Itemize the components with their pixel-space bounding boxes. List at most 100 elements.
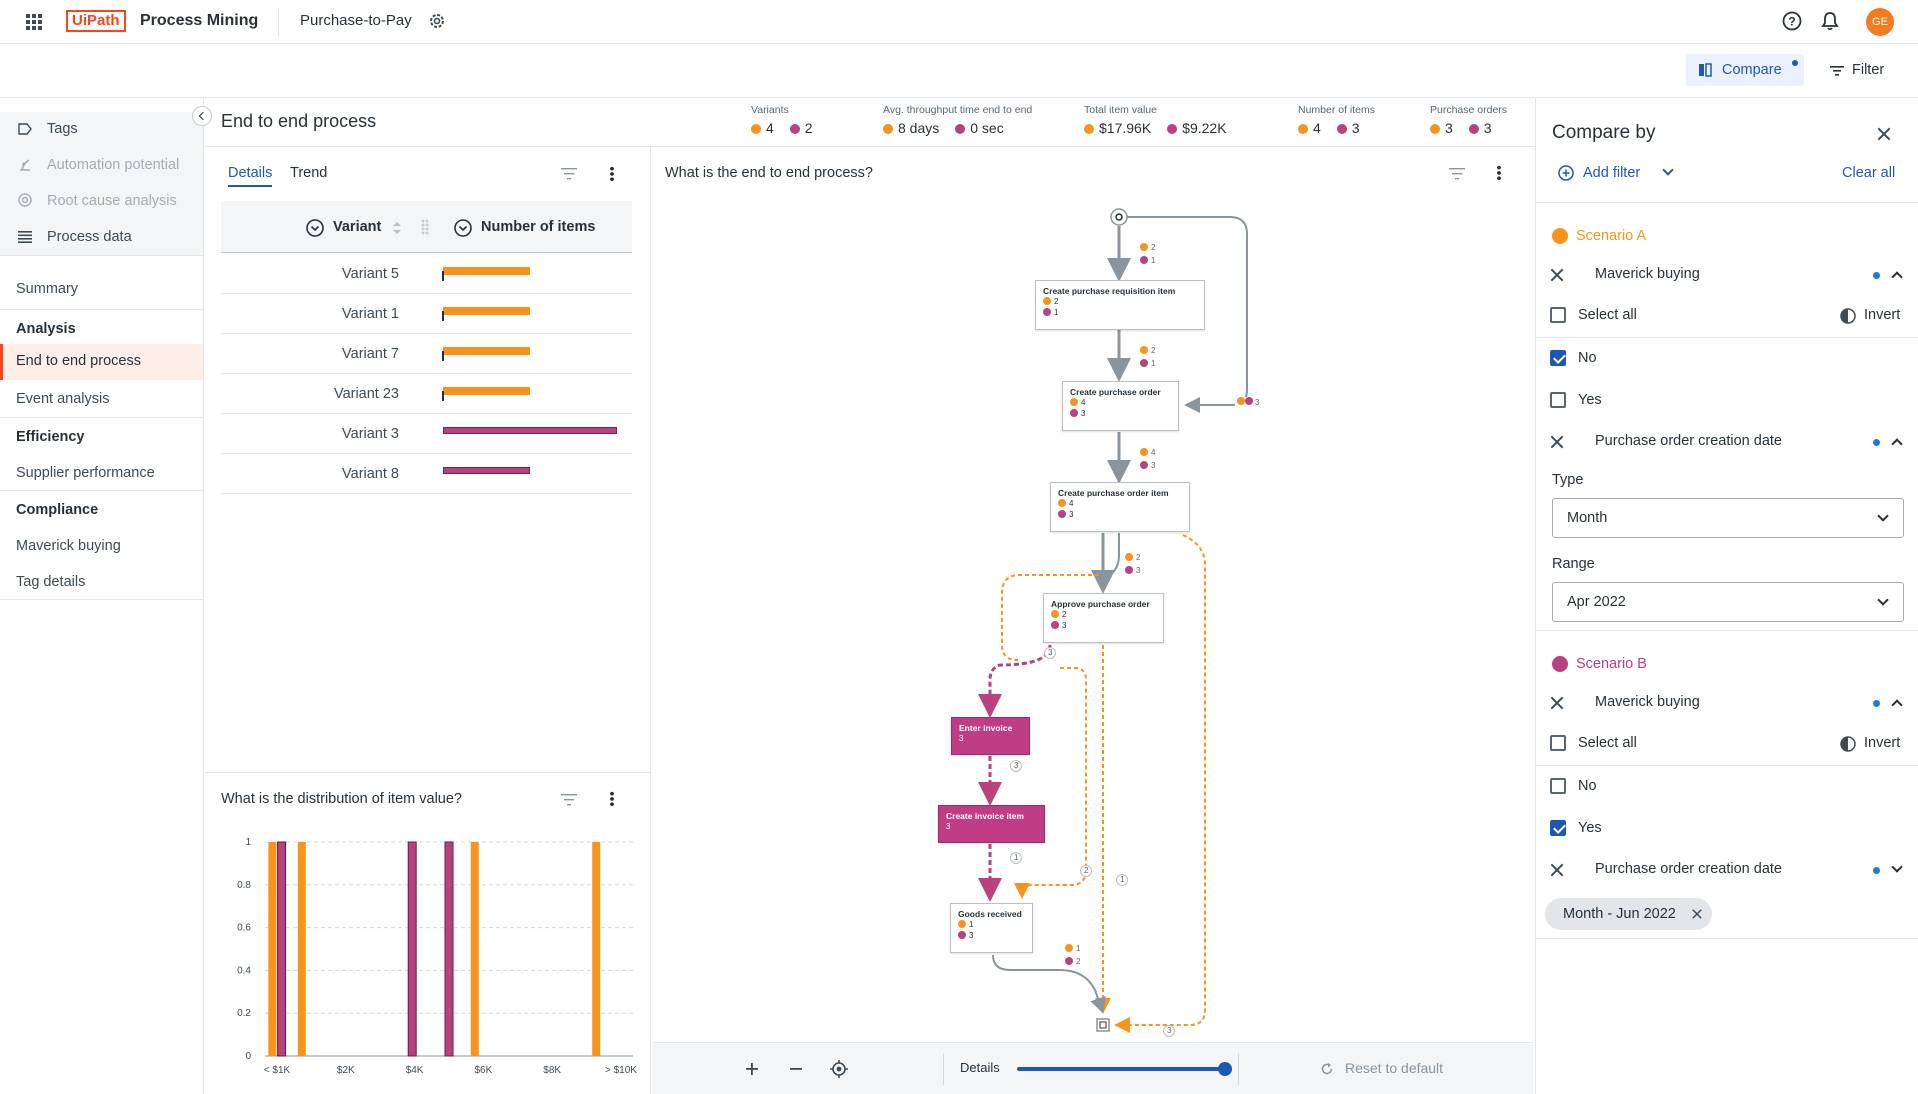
nav-item-maverick-buying[interactable]: Maverick buying (16, 538, 121, 554)
invert-button[interactable]: Invert (1864, 307, 1900, 323)
compare-button[interactable]: Compare (1686, 54, 1804, 86)
nav-item-tags[interactable]: Tags (0, 112, 203, 146)
distribution-filter-icon[interactable] (561, 793, 577, 806)
kpi-label: Avg. throughput time end to end (883, 104, 1033, 116)
remove-filter-icon[interactable] (1550, 863, 1564, 877)
range-select[interactable]: Apr 2022 (1552, 582, 1904, 622)
nav-item-process-data[interactable]: Process data (0, 220, 203, 254)
kpi-value-a: 8 days (898, 120, 940, 136)
panel-filter-icon[interactable] (561, 167, 577, 180)
variant-name: Variant 5 (342, 266, 399, 282)
divider (205, 772, 650, 773)
option-no-checkbox[interactable] (1550, 350, 1566, 366)
filter-title: Purchase order creation date (1595, 433, 1782, 449)
remove-filter-icon[interactable] (1550, 268, 1564, 282)
remove-filter-icon[interactable] (1550, 435, 1564, 449)
variant-row[interactable]: Variant 3 (221, 414, 632, 454)
process-node[interactable]: Create purchase order 4 3 (1062, 381, 1179, 431)
distribution-more-options-icon[interactable] (610, 791, 614, 807)
process-node[interactable]: Approve purchase order 2 3 (1043, 593, 1164, 643)
tab-details[interactable]: Details (228, 165, 273, 187)
variant-row[interactable]: Variant 1 (221, 294, 632, 334)
variant-row[interactable]: Variant 5 (221, 254, 632, 294)
process-more-options-icon[interactable] (1497, 165, 1501, 181)
option-no-checkbox[interactable] (1550, 778, 1566, 794)
tab-trend[interactable]: Trend (290, 165, 327, 181)
divider (1536, 938, 1918, 939)
uipath-logo[interactable]: UiPath (66, 10, 126, 32)
column-header-variant[interactable]: Variant (333, 219, 381, 235)
remove-chip-icon[interactable] (1692, 909, 1703, 920)
chevron-left-icon (198, 111, 208, 121)
sort-items-icon[interactable] (454, 219, 472, 237)
filter-chip[interactable]: Month - Jun 2022 (1545, 898, 1712, 930)
process-node[interactable]: Create invoice item 3 (938, 805, 1045, 843)
target-icon (18, 193, 32, 207)
node-label: Enter invoice (959, 723, 1013, 733)
nav-item-summary[interactable]: Summary (16, 281, 78, 297)
scenario-b-title: Scenario B (1576, 656, 1647, 672)
option-yes-checkbox[interactable] (1550, 392, 1566, 408)
sort-variant-icon[interactable] (306, 219, 324, 237)
variant-bar (443, 387, 530, 395)
notifications-bell-icon[interactable] (1820, 11, 1840, 31)
filter-button[interactable]: Filter (1826, 54, 1898, 86)
option-yes-checkbox[interactable] (1550, 820, 1566, 836)
option-label: Yes (1578, 820, 1602, 836)
help-icon[interactable]: ? (1782, 11, 1802, 31)
kpi-label: Number of items (1298, 104, 1376, 116)
nav-item-event-analysis[interactable]: Event analysis (16, 391, 110, 407)
process-node[interactable]: Goods received 1 3 (950, 903, 1033, 953)
kpi-value-b: 3 (1351, 120, 1360, 136)
user-avatar[interactable]: GE (1866, 8, 1894, 36)
column-header-number-of-items[interactable]: Number of items (481, 219, 595, 235)
variant-name: Variant 8 (342, 466, 399, 482)
nav-item-tag-details[interactable]: Tag details (16, 574, 85, 590)
settings-gear-icon[interactable] (428, 12, 446, 30)
distribution-chart: 0 0.2 0.4 0.6 0.8 1 < $1K $2K $4K $6K $8K > $10K (237, 837, 637, 1076)
clear-all-button[interactable]: Clear all (1842, 165, 1895, 181)
variant-row[interactable]: Variant 8 (221, 454, 632, 494)
type-select[interactable]: Month (1552, 498, 1904, 538)
node-value-b: 3 (1062, 621, 1067, 630)
details-slider[interactable] (1017, 1062, 1232, 1076)
chart-x-tick-label: $2K (337, 1065, 355, 1076)
node-value-a: 4 (1081, 398, 1086, 407)
zoom-out-icon[interactable] (789, 1062, 803, 1076)
select-all-checkbox[interactable] (1550, 307, 1566, 323)
select-all-checkbox[interactable] (1550, 735, 1566, 751)
app-name[interactable]: Purchase-to-Pay (300, 12, 412, 29)
reset-icon (1320, 1062, 1334, 1076)
more-options-icon[interactable] (610, 166, 614, 182)
invert-button[interactable]: Invert (1864, 735, 1900, 751)
add-filter-button[interactable]: Add filter (1558, 163, 1684, 185)
process-node[interactable]: Enter invoice 3 (951, 717, 1030, 755)
node-stat-b: 3 (1058, 509, 1189, 520)
recenter-icon[interactable] (830, 1060, 848, 1078)
sort-arrows-icon[interactable] (393, 221, 401, 234)
column-resize-handle[interactable] (421, 219, 429, 235)
process-filter-icon[interactable] (1449, 167, 1465, 180)
collapse-nav-button[interactable] (192, 106, 212, 126)
variant-bar (443, 467, 530, 474)
kpi-throughput: Avg. throughput time end to end 8 days 0 … (883, 104, 1032, 136)
remove-filter-icon[interactable] (1550, 696, 1564, 710)
close-panel-icon[interactable] (1877, 127, 1891, 141)
process-node[interactable]: Create purchase requisition item 2 1 (1035, 280, 1205, 330)
nav-item-end-to-end-process[interactable]: End to end process (0, 344, 203, 380)
process-node[interactable]: Create purchase order item 4 3 (1050, 482, 1190, 532)
apps-grid-icon[interactable] (26, 14, 42, 30)
nav-item-root-cause-analysis: Root cause analysis (0, 184, 203, 218)
node-stat-b: 3 (1070, 408, 1178, 419)
variant-row[interactable]: Variant 7 (221, 334, 632, 374)
compare-panel-title: Compare by (1552, 122, 1656, 143)
reset-to-default-button[interactable]: Reset to default (1345, 1060, 1443, 1076)
zoom-in-icon[interactable] (745, 1062, 759, 1076)
option-label: No (1578, 778, 1597, 794)
scenario-a-dot (883, 124, 893, 134)
chevron-down-icon (1662, 164, 1674, 176)
details-slider-thumb[interactable] (1218, 1062, 1232, 1076)
variant-row[interactable]: Variant 23 (221, 374, 632, 414)
nav-item-supplier-performance[interactable]: Supplier performance (16, 465, 155, 481)
option-label: Yes (1578, 392, 1602, 408)
